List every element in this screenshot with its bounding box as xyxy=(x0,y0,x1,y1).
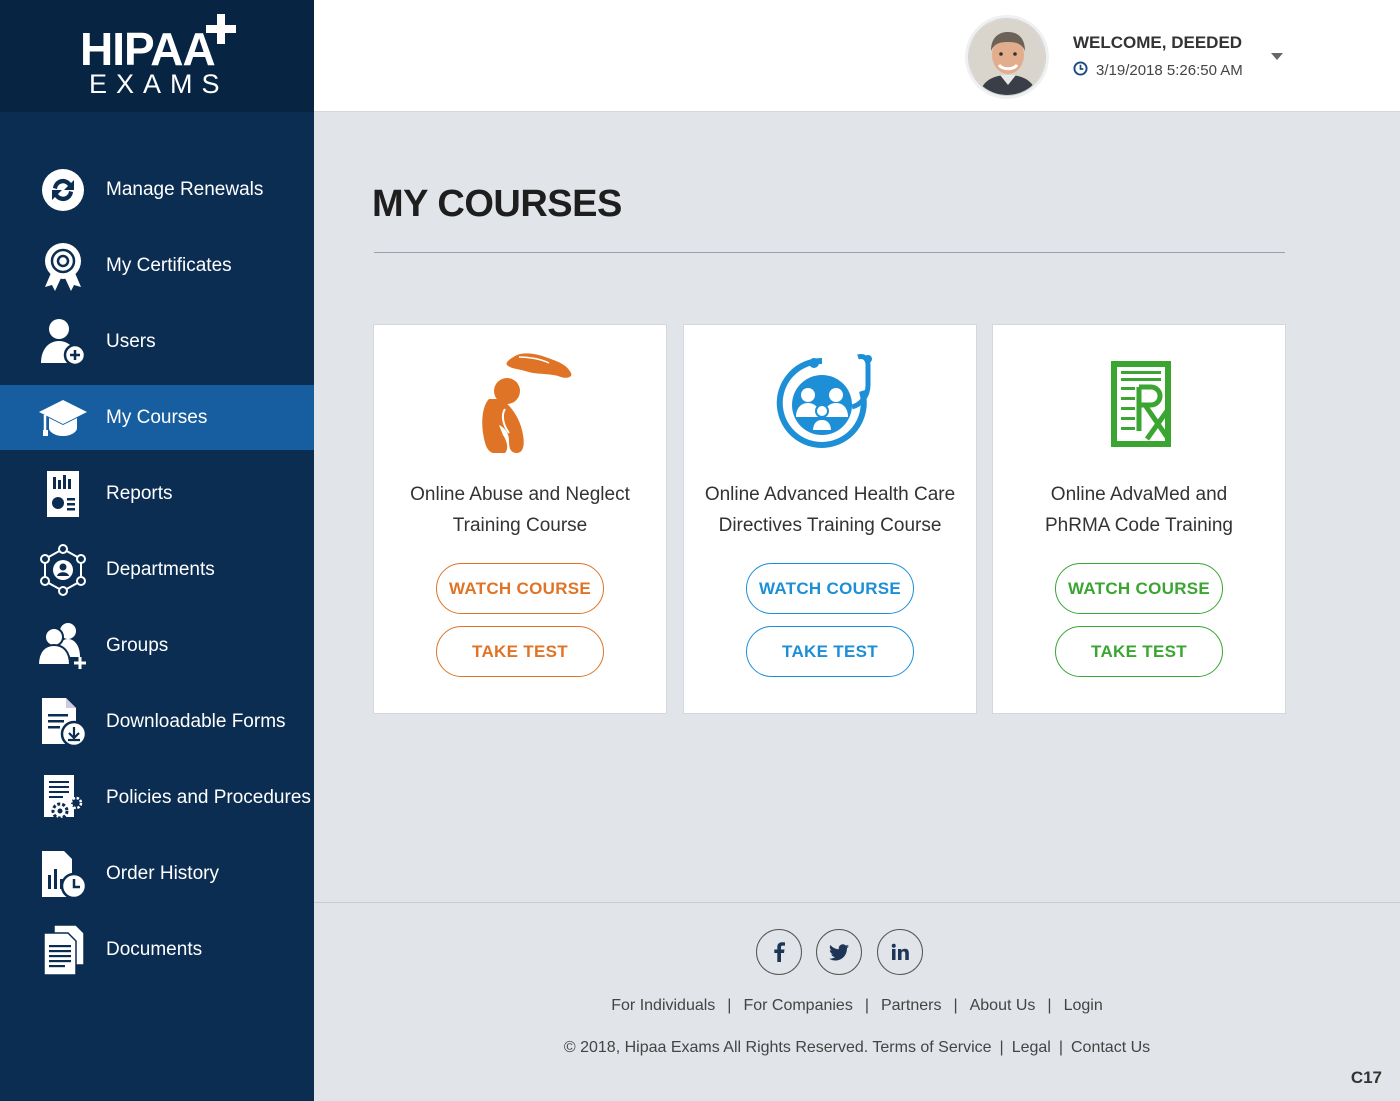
documents-icon xyxy=(36,923,90,977)
facebook-icon[interactable] xyxy=(756,929,802,975)
page-code: C17 xyxy=(1350,1068,1382,1087)
datetime-text: 3/19/2018 5:26:50 AM xyxy=(1096,62,1243,79)
footer-link-partners[interactable]: Partners xyxy=(881,997,941,1014)
title-divider xyxy=(374,252,1285,253)
page-title: MY COURSES xyxy=(372,183,622,225)
course-title: Online AdvaMed and PhRMA Code Training xyxy=(1003,479,1275,541)
logo-subtitle: EXAMS xyxy=(89,69,229,99)
take-test-button[interactable]: TAKE TEST xyxy=(436,626,604,677)
course-card: Online Abuse and Neglect Training Course… xyxy=(373,324,667,714)
twitter-icon[interactable] xyxy=(816,929,862,975)
family-stethoscope-icon xyxy=(684,351,976,457)
sidebar-item-label: Downloadable Forms xyxy=(106,711,286,732)
footer-links: For Individuals | For Companies | Partners | A… xyxy=(611,997,1103,1014)
footer-link-legal[interactable]: Legal xyxy=(1012,1039,1051,1056)
sidebar-item-label: Manage Renewals xyxy=(106,179,264,200)
sidebar-item-order-history[interactable]: Order History xyxy=(0,836,314,912)
renewal-icon xyxy=(36,163,90,217)
course-card: Online AdvaMed and PhRMA Code Training W… xyxy=(992,324,1286,714)
course-title-line: PhRMA Code Training xyxy=(1045,515,1233,536)
sidebar-item-policies-and-procedures[interactable]: Policies and Procedures xyxy=(0,760,314,836)
course-title-line: Online Abuse and Neglect xyxy=(410,484,630,505)
sidebar-item-label: Order History xyxy=(106,863,219,884)
course-title-line: Online Advanced Health Care xyxy=(704,484,956,505)
sidebar-item-my-courses[interactable]: My Courses xyxy=(0,385,314,450)
sidebar-item-label: Groups xyxy=(106,635,169,656)
sidebar-item-label: My Certificates xyxy=(106,255,232,276)
copyright-text[interactable]: © 2018, Hipaa Exams All Rights Reserved.… xyxy=(564,1039,992,1056)
footer-link-login[interactable]: Login xyxy=(1064,997,1103,1014)
policy-gear-icon xyxy=(36,771,90,825)
sidebar-item-downloadable-forms[interactable]: Downloadable Forms xyxy=(0,684,314,760)
footer-link-about[interactable]: About Us xyxy=(970,997,1036,1014)
sidebar: HIPAA EXAMS Manage Renewals My Certifica… xyxy=(0,0,314,1101)
sidebar-item-label: My Courses xyxy=(106,406,208,428)
sidebar-item-documents[interactable]: Documents xyxy=(0,912,314,988)
certificate-icon xyxy=(36,239,90,293)
abuse-neglect-icon xyxy=(374,351,666,457)
sidebar-item-label: Policies and Procedures xyxy=(106,787,311,808)
watch-course-button[interactable]: WATCH COURSE xyxy=(1055,563,1223,614)
sidebar-item-groups[interactable]: Groups xyxy=(0,608,314,684)
copyright: © 2018, Hipaa Exams All Rights Reserved.… xyxy=(563,1039,1151,1056)
course-title: Online Abuse and Neglect Training Course xyxy=(384,479,656,541)
session-datetime: 3/19/2018 5:26:50 AM xyxy=(1073,61,1243,80)
sidebar-item-label: Reports xyxy=(106,483,173,504)
course-title: Online Advanced Health Care Directives T… xyxy=(694,479,966,541)
footer-divider xyxy=(314,902,1400,903)
course-card: Online Advanced Health Care Directives T… xyxy=(683,324,977,714)
sidebar-item-label: Departments xyxy=(106,559,215,580)
take-test-button[interactable]: TAKE TEST xyxy=(1055,626,1223,677)
add-group-icon xyxy=(36,619,90,673)
report-icon xyxy=(36,467,90,521)
course-title-line: Training Course xyxy=(452,515,588,536)
footer-link-contact[interactable]: Contact Us xyxy=(1071,1039,1150,1056)
sidebar-nav: Manage Renewals My Certificates Users My… xyxy=(0,152,314,988)
rx-prescription-icon xyxy=(993,351,1285,457)
sidebar-item-my-certificates[interactable]: My Certificates xyxy=(0,228,314,304)
logo[interactable]: HIPAA EXAMS xyxy=(0,0,314,112)
logo-wordmark: HIPAA xyxy=(80,23,216,75)
footer-link-individuals[interactable]: For Individuals xyxy=(611,997,715,1014)
watch-course-button[interactable]: WATCH COURSE xyxy=(746,563,914,614)
download-form-icon xyxy=(36,695,90,749)
sidebar-item-manage-renewals[interactable]: Manage Renewals xyxy=(0,152,314,228)
sidebar-item-label: Documents xyxy=(106,939,203,960)
clock-icon xyxy=(1073,61,1088,80)
chevron-down-icon[interactable] xyxy=(1271,53,1283,60)
footer-link-companies[interactable]: For Companies xyxy=(743,997,852,1014)
sidebar-item-departments[interactable]: Departments xyxy=(0,532,314,608)
departments-icon xyxy=(36,543,90,597)
take-test-button[interactable]: TAKE TEST xyxy=(746,626,914,677)
linkedin-icon[interactable] xyxy=(877,929,923,975)
course-title-line: Online AdvaMed and xyxy=(1050,484,1228,505)
order-history-icon xyxy=(36,847,90,901)
add-user-icon xyxy=(36,315,90,369)
graduation-cap-icon xyxy=(36,391,90,445)
sidebar-item-users[interactable]: Users xyxy=(0,304,314,380)
top-header: WELCOME, DEEDED 3/19/2018 5:26:50 AM xyxy=(314,0,1400,112)
sidebar-item-label: Users xyxy=(106,331,156,352)
course-title-line: Directives Training Course xyxy=(718,515,942,536)
sidebar-item-reports[interactable]: Reports xyxy=(0,456,314,532)
avatar[interactable] xyxy=(968,18,1046,96)
welcome-text: WELCOME, DEEDED xyxy=(1073,33,1243,52)
watch-course-button[interactable]: WATCH COURSE xyxy=(436,563,604,614)
logo-plus-icon xyxy=(206,14,236,44)
